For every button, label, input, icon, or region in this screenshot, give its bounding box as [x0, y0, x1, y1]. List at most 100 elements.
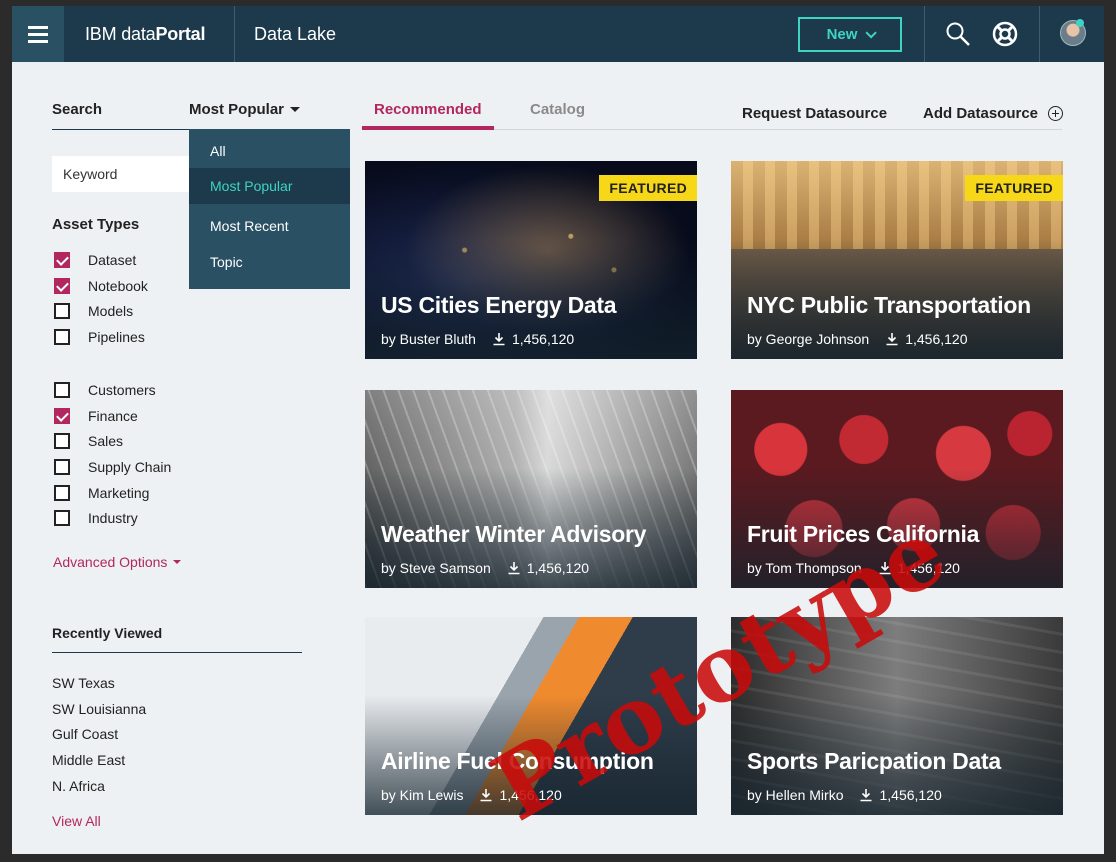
nav-divider	[1039, 6, 1040, 62]
filter-pipelines[interactable]: Pipelines	[54, 329, 145, 345]
card-meta: by Hellen Mirko 1,456,120	[747, 787, 942, 803]
search-tab[interactable]: Search	[52, 101, 102, 118]
checkbox-checked[interactable]	[54, 408, 70, 424]
checkbox-unchecked[interactable]	[54, 382, 70, 398]
help-lifebuoy-icon[interactable]	[991, 20, 1019, 48]
recent-item[interactable]: Gulf Coast	[52, 726, 118, 742]
download-icon	[508, 562, 520, 575]
card-author: by George Johnson	[747, 331, 870, 347]
card-meta: by Kim Lewis 1,456,120	[381, 787, 562, 803]
recently-viewed-underline	[52, 652, 302, 653]
card-meta: by Tom Thompson 1,456,120	[747, 560, 960, 576]
brand-logo[interactable]: IBM dataPortal	[85, 24, 205, 45]
dataset-card[interactable]: Weather Winter Advisory by Steve Samson …	[365, 390, 697, 588]
search-icon[interactable]	[944, 20, 972, 48]
filter-label: Dataset	[88, 252, 137, 268]
card-title: NYC Public Transportation	[747, 292, 1031, 318]
checkbox-checked[interactable]	[54, 252, 70, 268]
featured-badge: FEATURED	[599, 175, 697, 201]
view-all-link[interactable]: View All	[52, 813, 101, 829]
download-count: 1,456,120	[492, 331, 574, 347]
caret-down-icon	[290, 107, 301, 112]
card-author: by Steve Samson	[381, 560, 491, 576]
add-datasource-button[interactable]: Add Datasource	[923, 105, 1064, 122]
download-count-value: 1,456,120	[526, 560, 590, 576]
download-icon	[860, 789, 872, 802]
tab-catalog[interactable]: Catalog	[530, 101, 585, 118]
filter-label: Customers	[88, 382, 156, 398]
section-title: Data Lake	[254, 24, 337, 44]
keyword-search-input[interactable]	[52, 156, 192, 192]
dataset-card[interactable]: FEATURED US Cities Energy Data by Buster…	[365, 161, 697, 359]
filter-industry[interactable]: Industry	[54, 510, 138, 526]
recent-item[interactable]: SW Texas	[52, 675, 115, 691]
advanced-options-link[interactable]: Advanced Options	[53, 554, 182, 570]
checkbox-unchecked[interactable]	[54, 303, 70, 319]
tab-recommended[interactable]: Recommended	[374, 101, 482, 118]
filter-customers[interactable]: Customers	[54, 382, 156, 398]
sort-option-most-recent[interactable]: Most Recent	[189, 208, 350, 244]
filter-notebook[interactable]: Notebook	[54, 278, 148, 294]
download-count: 1,456,120	[878, 560, 960, 576]
filter-label: Notebook	[88, 278, 148, 294]
app-frame: IBM dataPortal Data Lake New Search Most…	[12, 6, 1104, 854]
filter-finance[interactable]: Finance	[54, 408, 138, 424]
sort-option-most-popular[interactable]: Most Popular	[189, 168, 350, 204]
new-button[interactable]: New	[798, 17, 902, 52]
checkbox-unchecked[interactable]	[54, 485, 70, 501]
sort-dropdown[interactable]: Most Popular	[189, 101, 301, 118]
sort-option-topic[interactable]: Topic	[189, 244, 350, 280]
recent-item[interactable]: Middle East	[52, 752, 125, 768]
checkbox-unchecked[interactable]	[54, 433, 70, 449]
active-tab-indicator	[362, 126, 494, 130]
download-icon	[493, 333, 505, 346]
dataset-card[interactable]: FEATURED NYC Public Transportation by Ge…	[731, 161, 1063, 359]
advanced-options-label: Advanced Options	[53, 554, 168, 570]
featured-badge: FEATURED	[965, 175, 1063, 201]
filter-label: Pipelines	[88, 329, 145, 345]
filter-label: Sales	[88, 433, 124, 449]
recently-viewed-heading: Recently Viewed	[52, 625, 163, 641]
filter-supply-chain[interactable]: Supply Chain	[54, 459, 171, 475]
filter-dataset[interactable]: Dataset	[54, 252, 136, 268]
asset-types-heading: Asset Types	[52, 216, 140, 233]
nav-divider	[234, 6, 235, 62]
filter-marketing[interactable]: Marketing	[54, 485, 149, 501]
filter-label: Supply Chain	[88, 459, 172, 475]
checkbox-unchecked[interactable]	[54, 329, 70, 345]
plus-circle-icon	[1048, 106, 1064, 121]
new-button-label: New	[826, 26, 858, 43]
card-author: by Buster Bluth	[381, 331, 476, 347]
caret-down-icon	[173, 560, 182, 564]
card-author: by Tom Thompson	[747, 560, 862, 576]
download-count: 1,456,120	[479, 787, 562, 803]
card-title: Airline Fuel Consumption	[381, 748, 654, 774]
online-status-dot	[1076, 19, 1084, 27]
download-count-value: 1,456,120	[499, 787, 562, 803]
request-datasource-link[interactable]: Request Datasource	[742, 105, 887, 122]
card-author: by Kim Lewis	[381, 787, 464, 803]
filter-label: Finance	[88, 408, 138, 424]
download-icon	[879, 562, 891, 575]
dataset-card[interactable]: Airline Fuel Consumption by Kim Lewis 1,…	[365, 617, 697, 815]
sort-label: Most Popular	[189, 101, 285, 118]
card-meta: by Steve Samson 1,456,120	[381, 560, 589, 576]
download-count: 1,456,120	[507, 560, 589, 576]
hamburger-menu-icon[interactable]	[12, 6, 64, 62]
card-meta: by Buster Bluth 1,456,120	[381, 331, 574, 347]
filter-models[interactable]: Models	[54, 303, 133, 319]
checkbox-unchecked[interactable]	[54, 459, 70, 475]
recent-item[interactable]: SW Louisianna	[52, 701, 146, 717]
download-count-value: 1,456,120	[879, 787, 942, 803]
filter-sales[interactable]: Sales	[54, 433, 123, 449]
download-count: 1,456,120	[885, 331, 968, 347]
filter-label: Models	[88, 303, 134, 319]
download-count-value: 1,456,120	[905, 331, 968, 347]
checkbox-unchecked[interactable]	[54, 510, 70, 526]
dataset-card[interactable]: Sports Paricpation Data by Hellen Mirko …	[731, 617, 1063, 815]
card-title: Weather Winter Advisory	[381, 521, 647, 547]
checkbox-checked[interactable]	[54, 278, 70, 294]
sort-option-all[interactable]: All	[189, 133, 350, 169]
dataset-card[interactable]: Fruit Prices California by Tom Thompson …	[731, 390, 1063, 588]
recent-item[interactable]: N. Africa	[52, 778, 105, 794]
